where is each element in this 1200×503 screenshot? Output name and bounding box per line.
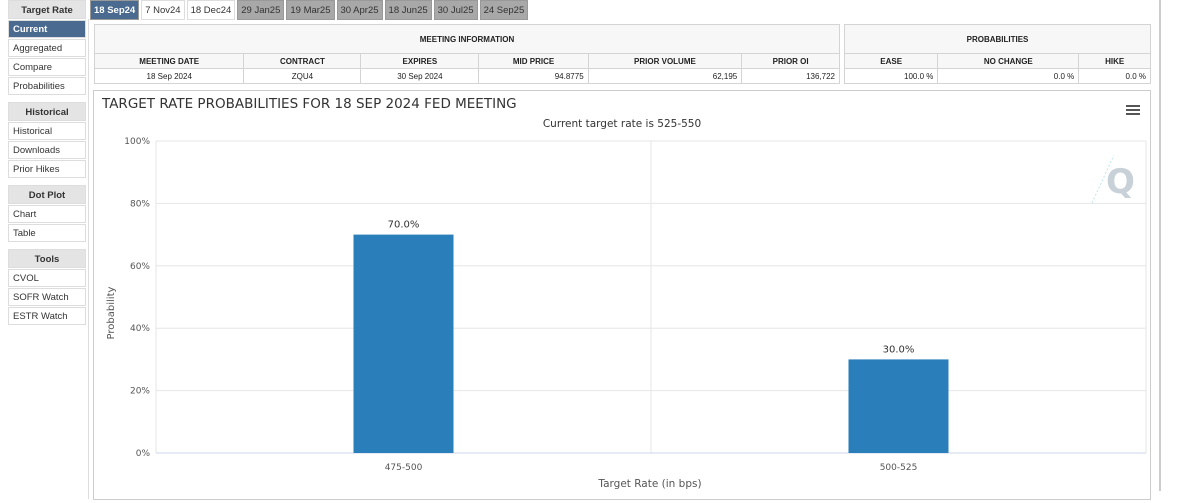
sidebar-heading: Dot Plot [8,185,86,204]
sidebar-item-prior-hikes[interactable]: Prior Hikes [8,160,86,178]
x-axis-label: Target Rate (in bps) [597,478,701,490]
tab-meeting[interactable]: 24 Sep25 [479,0,529,20]
sidebar-item-table[interactable]: Table [8,224,86,242]
table-cell: 136,722 [741,68,840,84]
scrollbar[interactable] [1159,0,1161,491]
data-label: 70.0% [388,220,420,231]
data-label: 30.0% [883,344,915,355]
bar[interactable] [848,359,949,453]
sidebar-item-aggregated[interactable]: Aggregated [8,39,86,57]
meeting-info-title: MEETING INFORMATION [94,24,840,54]
meeting-info-table: MEETING INFORMATION MEETING DATE CONTRACT… [93,24,840,84]
x-tick-label: 500-525 [880,463,918,473]
svg-text:Q: Q [1106,162,1135,202]
tab-meeting[interactable]: 19 Mar25 [286,0,335,20]
x-tick-label: 475-500 [385,463,423,473]
y-tick-label: 40% [130,324,150,334]
tab-meeting[interactable]: 30 Jul25 [433,0,478,20]
y-tick-label: 100% [124,137,150,147]
sidebar-item-estr-watch[interactable]: ESTR Watch [8,307,86,325]
probabilities-title: PROBABILITIES [844,24,1151,54]
sidebar: Target Rate Current Aggregated Compare Proba… [8,0,86,325]
tab-meeting[interactable]: 29 Jan25 [237,0,285,20]
table-cell: 62,195 [587,68,743,84]
meeting-tabs: 18 Sep24 7 Nov24 18 Dec24 29 Jan25 19 Mar25 3… [90,0,529,20]
sidebar-item-cvol[interactable]: CVOL [8,269,86,287]
sidebar-item-probabilities[interactable]: Probabilities [8,77,86,95]
y-tick-label: 60% [130,262,150,272]
column-header: HIKE [1078,53,1151,69]
table-cell: 94.8775 [478,68,589,84]
tab-meeting[interactable]: 18 Dec24 [186,0,236,20]
column-header: PRIOR VOLUME [587,53,743,69]
y-tick-label: 80% [130,199,150,209]
y-tick-label: 20% [130,387,150,397]
chart-title: TARGET RATE PROBABILITIES FOR 18 SEP 202… [101,96,517,112]
table-cell: 18 Sep 2024 [93,68,245,84]
sidebar-item-chart[interactable]: Chart [8,205,86,223]
sidebar-item-downloads[interactable]: Downloads [8,141,86,159]
table-cell: 0.0 % [1078,68,1151,84]
sidebar-item-compare[interactable]: Compare [8,58,86,76]
sidebar-heading: Historical [8,102,86,121]
probabilities-table: PROBABILITIES EASE NO CHANGE HIKE 100.0 % 0.… [843,24,1151,84]
table-cell: 100.0 % [843,68,939,84]
sidebar-heading: Tools [8,249,86,268]
sidebar-item-historical[interactable]: Historical [8,122,86,140]
tab-meeting[interactable]: 30 Apr25 [336,0,383,20]
tab-meeting[interactable]: 18 Jun25 [384,0,432,20]
chart-subtitle: Current target rate is 525-550 [543,118,701,130]
sidebar-heading: Target Rate [8,0,86,19]
bar[interactable] [353,234,454,453]
column-header: EASE [843,53,939,69]
column-header: PRIOR OI [741,53,840,69]
sidebar-item-sofr-watch[interactable]: SOFR Watch [8,288,86,306]
chart-panel: TARGET RATE PROBABILITIES FOR 18 SEP 202… [93,90,1151,500]
column-header: CONTRACT [243,53,362,69]
y-tick-label: 0% [136,449,151,459]
column-header: NO CHANGE [937,53,1080,69]
table-cell: 0.0 % [937,68,1080,84]
column-header: EXPIRES [360,53,480,69]
tab-meeting[interactable]: 18 Sep24 [90,0,140,20]
menu-icon[interactable] [1126,105,1140,115]
table-cell: 30 Sep 2024 [360,68,480,84]
table-cell: ZQU4 [243,68,362,84]
y-axis-label: Probability [106,286,117,339]
column-header: MID PRICE [478,53,589,69]
column-header: MEETING DATE [93,53,245,69]
watermark-logo-icon: Q [1091,154,1135,204]
sidebar-item-current[interactable]: Current [8,20,86,38]
tab-meeting[interactable]: 7 Nov24 [141,0,185,20]
